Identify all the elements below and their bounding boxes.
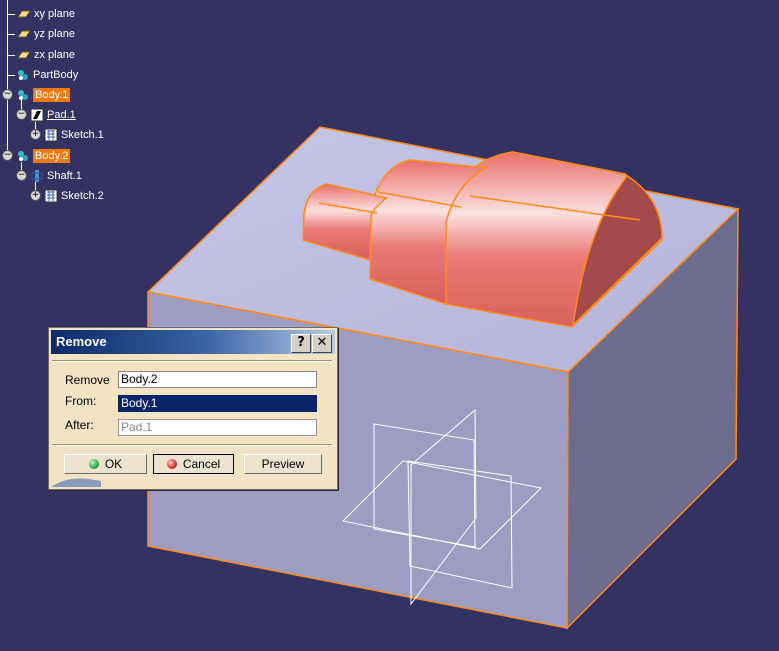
dialog-title: Remove xyxy=(56,334,107,349)
tree-item-label: Sketch.2 xyxy=(61,190,104,202)
plane-icon xyxy=(17,51,31,59)
cancel-button[interactable]: Cancel xyxy=(153,454,234,474)
tree-item-body-1[interactable]: Body.1 xyxy=(16,87,71,103)
tree-item-body-2[interactable]: Body.2 xyxy=(16,148,71,164)
expand-icon[interactable]: + xyxy=(30,190,41,201)
tree-item-shaft-1[interactable]: Shaft.1 xyxy=(30,168,82,184)
collapse-icon[interactable]: − xyxy=(2,89,13,100)
sketch-icon xyxy=(44,128,58,142)
tree-item-label: xy plane xyxy=(34,8,75,20)
body-icon xyxy=(18,70,28,80)
tree-item-label: Body.1 xyxy=(33,88,71,102)
tree-item-label: Pad.1 xyxy=(47,109,76,121)
plane-icon xyxy=(17,10,31,18)
tree-item-sketch-1[interactable]: Sketch.1 xyxy=(44,127,104,143)
tree-branch xyxy=(7,34,15,35)
tree-item-partbody[interactable]: PartBody xyxy=(16,67,78,83)
shaft-icon xyxy=(31,170,43,182)
tree-item-label: zx plane xyxy=(34,49,75,61)
ok-led-icon xyxy=(88,459,99,469)
close-button[interactable]: ✕ xyxy=(312,334,332,353)
sketch-icon xyxy=(44,189,58,203)
tree-item-xy-plane[interactable]: xy plane xyxy=(17,6,75,22)
specification-tree: xy plane yz plane zx plane PartBody − Bo… xyxy=(0,0,120,210)
after-field[interactable]: Pad.1 xyxy=(118,419,317,436)
tree-trunk xyxy=(7,94,8,154)
tree-item-yz-plane[interactable]: yz plane xyxy=(17,26,75,42)
ok-button[interactable]: OK xyxy=(64,454,147,474)
close-icon: ✕ xyxy=(316,335,328,350)
remove-field[interactable]: Body.2 xyxy=(118,371,317,388)
pad-icon xyxy=(30,108,44,122)
divider xyxy=(52,444,332,446)
preview-label: Preview xyxy=(261,457,305,471)
remove-dialog: Remove ? ✕ Remove Body.2 From: Body.1 Af… xyxy=(48,327,338,490)
preview-button[interactable]: Preview xyxy=(244,454,322,474)
body-icon xyxy=(18,151,28,161)
tree-branch xyxy=(7,75,15,76)
tree-item-zx-plane[interactable]: zx plane xyxy=(17,47,75,63)
cancel-led-icon xyxy=(166,459,177,469)
body-icon xyxy=(18,90,28,100)
tree-branch xyxy=(7,14,15,15)
tree-item-label: yz plane xyxy=(34,28,75,40)
ok-label: OK xyxy=(104,457,123,471)
remove-label: Remove xyxy=(65,373,110,387)
expand-icon[interactable]: + xyxy=(30,129,41,140)
divider xyxy=(52,360,332,362)
tree-item-pad-1[interactable]: Pad.1 xyxy=(30,107,76,123)
dialog-corner-decoration xyxy=(51,478,101,487)
from-field[interactable]: Body.1 xyxy=(118,395,317,412)
tree-branch xyxy=(7,55,15,56)
tree-item-label: Sketch.1 xyxy=(61,129,104,141)
tree-item-label: PartBody xyxy=(33,69,79,81)
help-icon: ? xyxy=(297,335,305,350)
tree-item-label: Shaft.1 xyxy=(47,170,82,182)
plane-icon xyxy=(17,30,31,38)
help-button[interactable]: ? xyxy=(291,334,311,353)
collapse-icon[interactable]: − xyxy=(16,170,27,181)
collapse-icon[interactable]: − xyxy=(16,109,27,120)
from-label: From: xyxy=(65,394,97,408)
cancel-label: Cancel xyxy=(182,457,221,471)
dialog-title-bar[interactable]: Remove ? ✕ xyxy=(51,330,335,354)
tree-item-label: Body.2 xyxy=(33,149,71,163)
after-label: After: xyxy=(65,418,94,432)
tree-item-sketch-2[interactable]: Sketch.2 xyxy=(44,188,104,204)
collapse-icon[interactable]: − xyxy=(2,150,13,161)
